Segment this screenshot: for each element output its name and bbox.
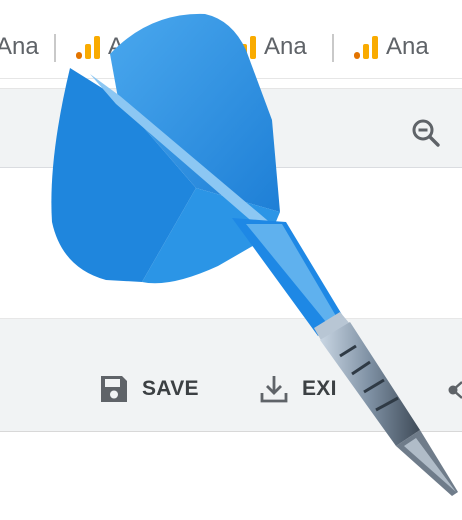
tab-separator [332,34,334,62]
tab-label: An [108,33,138,60]
zoom-out-icon[interactable] [410,117,442,149]
save-icon [101,376,127,402]
tab-analytics-3[interactable]: Ana [230,32,307,62]
download-icon [260,376,288,403]
analytics-icon [354,36,378,59]
analytics-icon [76,36,100,59]
save-button[interactable]: SAVE [98,373,199,405]
export-label: EXI [302,377,337,400]
tab-analytics-1[interactable]: Ana [0,32,39,62]
export-button[interactable]: EXI [258,373,337,405]
browser-tab-bar: Ana An Ana Ana [0,14,462,79]
tab-separator [54,34,56,62]
save-label: SAVE [142,377,199,400]
tab-label: Ana [386,33,429,60]
tab-label: Ana [0,33,39,60]
tab-label: Ana [264,33,307,60]
report-toolbar: SAVE EXI [0,318,462,432]
share-icon[interactable] [446,375,462,405]
tab-analytics-4[interactable]: Ana [352,32,429,62]
tab-analytics-2[interactable]: An [74,32,137,62]
address-bar [0,88,462,168]
analytics-icon [232,36,256,59]
